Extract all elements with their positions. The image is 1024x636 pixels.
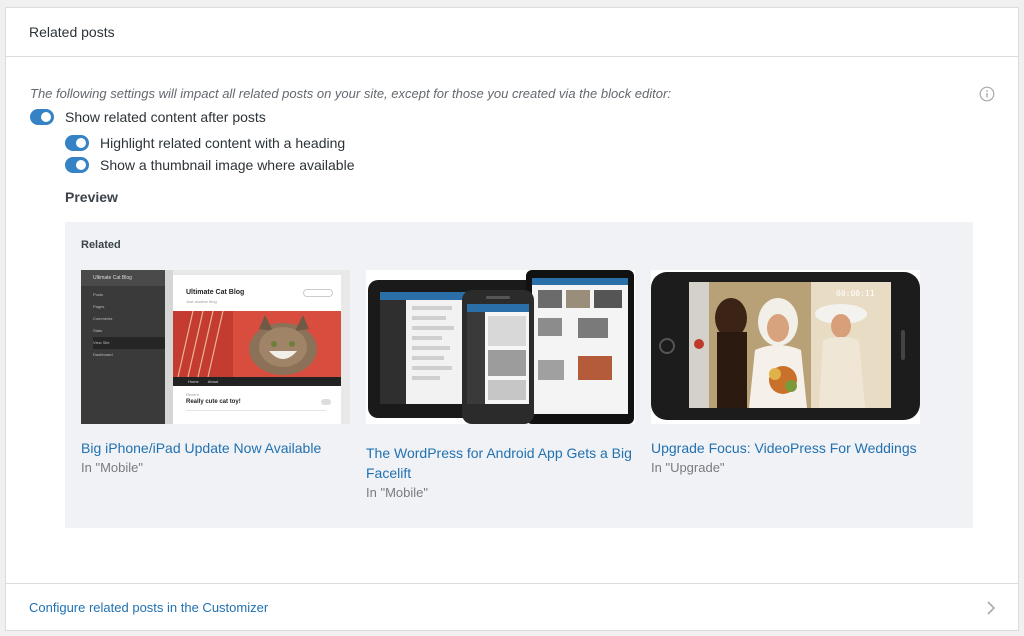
show-related-label: Show related content after posts <box>65 109 266 125</box>
post-thumbnail-3[interactable]: 00:00:11 <box>651 270 920 424</box>
thumb-blog-title: Ultimate Cat Blog <box>186 289 245 296</box>
toggle-row-thumbnail: Show a thumbnail image where available <box>65 157 354 173</box>
thumb-post-title: Really cute cat toy! <box>186 399 241 405</box>
related-post-2: The WordPress for Android App Gets a Big… <box>366 270 635 500</box>
show-related-toggle[interactable] <box>30 109 54 125</box>
thumb-cat-photo <box>173 311 341 377</box>
post-thumbnail-1[interactable]: Ultimate Cat Blog Posts Pages Comments S… <box>81 270 350 424</box>
related-post-3: 00:00:11 Upgrade Focus: VideoPress For W… <box>651 270 920 475</box>
highlight-heading-toggle[interactable] <box>65 135 89 151</box>
settings-notice: The following settings will impact all r… <box>30 86 671 101</box>
card-header: Related posts <box>6 8 1018 57</box>
card-title: Related posts <box>29 24 115 40</box>
thumb-admin-sidebar: Ultimate Cat Blog Posts Pages Comments S… <box>81 270 165 424</box>
highlight-heading-label: Highlight related content with a heading <box>100 135 346 151</box>
thumb-sidebar-menu: Posts Pages Comments Stats View Site Das… <box>81 286 165 361</box>
thumb-blog-nav: Home About <box>173 377 341 386</box>
post-category-3: In "Upgrade" <box>651 460 725 475</box>
thumbnail-toggle[interactable] <box>65 157 89 173</box>
post-thumbnail-2[interactable] <box>366 270 635 424</box>
post-link-2[interactable]: The WordPress for Android App Gets a Big… <box>366 443 635 483</box>
toggle-row-show-related: Show related content after posts <box>30 109 266 125</box>
toggle-row-heading: Highlight related content with a heading <box>65 135 345 151</box>
preview-label: Preview <box>65 189 118 205</box>
thumb-blog-page: Ultimate Cat Blog Just another blog Home… <box>173 275 341 424</box>
post-link-1[interactable]: Big iPhone/iPad Update Now Available <box>81 438 350 458</box>
video-timestamp: 00:00:11 <box>836 289 875 298</box>
related-post-1: Ultimate Cat Blog Posts Pages Comments S… <box>81 270 350 475</box>
post-link-3[interactable]: Upgrade Focus: VideoPress For Weddings <box>651 438 920 458</box>
settings-body: The following settings will impact all r… <box>6 58 1018 582</box>
thumb-blog-tagline: Just another blog <box>186 299 217 304</box>
related-preview: Related Ultimate Cat Blog Posts Pages Co… <box>65 222 973 528</box>
thumb-sidebar-title: Ultimate Cat Blog <box>81 270 165 286</box>
customizer-footer[interactable]: Configure related posts in the Customize… <box>6 583 1018 631</box>
related-heading: Related <box>81 239 121 251</box>
thumb-post-date: Recent <box>186 392 199 397</box>
post-category-1: In "Mobile" <box>81 460 143 475</box>
chevron-right-icon <box>987 601 996 615</box>
info-icon[interactable] <box>979 86 995 102</box>
thumb-video-phone <box>651 270 920 424</box>
configure-customizer-link[interactable]: Configure related posts in the Customize… <box>29 600 268 615</box>
related-posts-card: Related posts The following settings wil… <box>5 7 1019 631</box>
thumbnail-label: Show a thumbnail image where available <box>100 157 355 173</box>
post-category-2: In "Mobile" <box>366 485 428 500</box>
